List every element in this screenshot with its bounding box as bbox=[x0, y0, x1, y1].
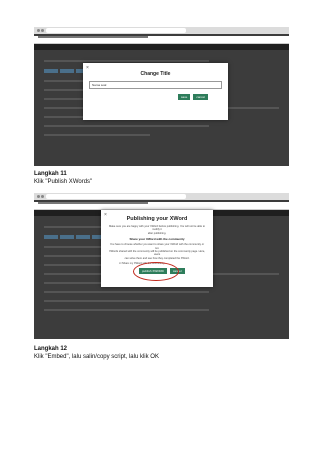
browser-toolbar bbox=[34, 193, 289, 200]
community-line: can solve them and see how they complete… bbox=[124, 256, 190, 260]
step-11-label: Langkah 11 bbox=[34, 171, 67, 177]
step-12-label: Langkah 12 bbox=[34, 346, 68, 352]
highlight-circle bbox=[133, 262, 179, 281]
nav-dot-icon bbox=[41, 195, 44, 198]
step-12-text: Klik "Embed", lalu salin/copy script, la… bbox=[34, 354, 159, 360]
notice-bar bbox=[34, 36, 289, 44]
notice-bar bbox=[34, 202, 289, 210]
save-button[interactable]: save bbox=[177, 94, 191, 100]
change-title-dialog: × Change Title Nama soal save cancel bbox=[83, 63, 228, 120]
community-line: XWords shared with the community will be… bbox=[109, 250, 205, 257]
community-subheading: Share your XWord with the community bbox=[129, 237, 185, 242]
address-bar bbox=[46, 28, 186, 33]
nav-dot-icon bbox=[41, 29, 44, 32]
dialog-title: Change Title bbox=[140, 71, 171, 77]
community-line: You have to choose whether you want to s… bbox=[109, 243, 205, 250]
cancel-button[interactable]: cancel bbox=[193, 94, 208, 100]
dialog-title: Publishing your XWord bbox=[126, 216, 188, 222]
address-bar bbox=[46, 194, 186, 199]
nav-dot-icon bbox=[37, 195, 40, 198]
nav-dot-icon bbox=[37, 29, 40, 32]
publish-warning-line: Make sure you are happy with your XWord … bbox=[109, 225, 205, 232]
step-11-text: Klik "Publish XWords" bbox=[34, 179, 93, 185]
publish-warning-line: after publishing. bbox=[147, 231, 167, 235]
browser-toolbar bbox=[34, 27, 289, 34]
title-input[interactable]: Nama soal bbox=[89, 81, 222, 89]
